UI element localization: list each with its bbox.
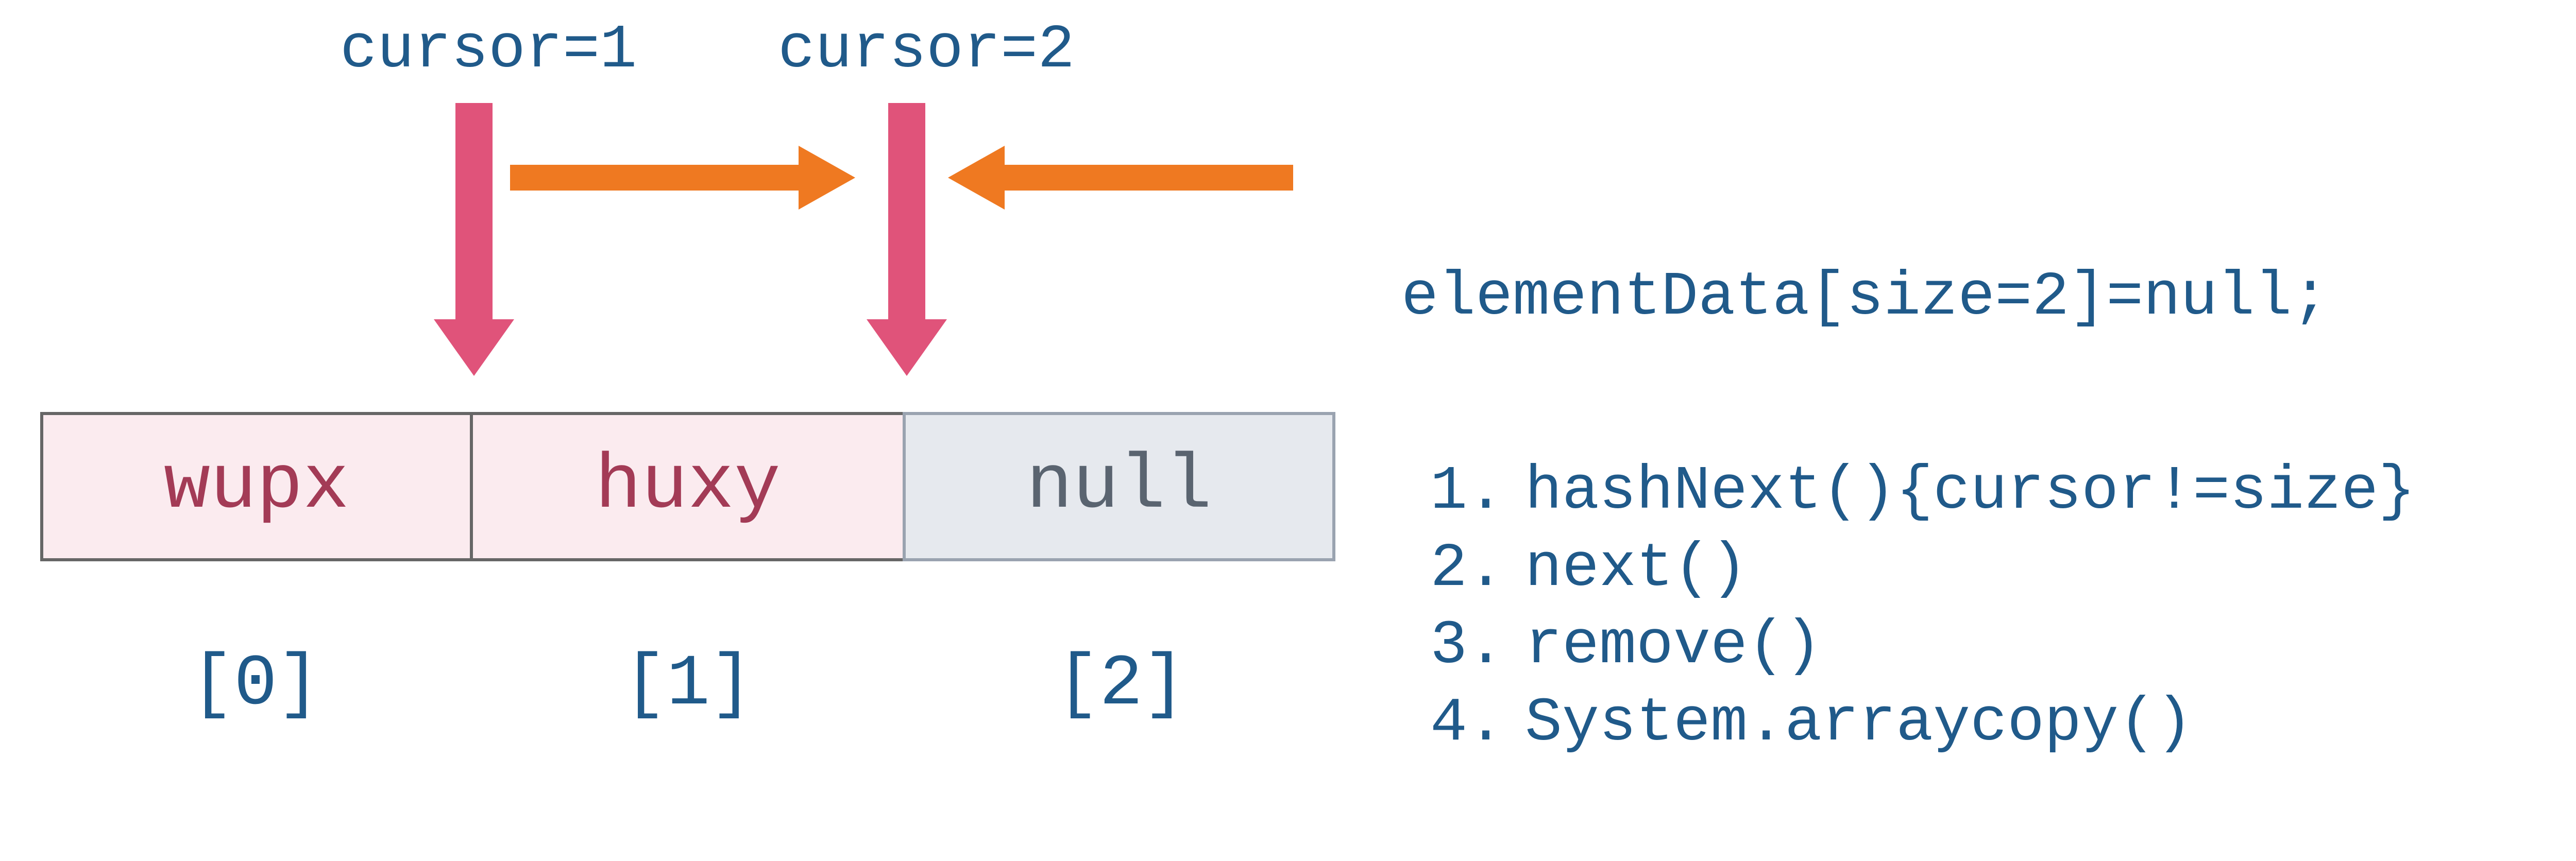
step-3-num: 3. [1401, 608, 1525, 685]
steps-list: 1. hashNext(){cursor!=size} 2. next() 3.… [1401, 453, 2415, 762]
cell-0: wupx [40, 412, 473, 561]
step-1: 1. hashNext(){cursor!=size} [1401, 453, 2415, 530]
cell-1: huxy [473, 412, 906, 561]
cursor-1-label: cursor=1 [340, 15, 637, 85]
cell-2-value: null [1026, 443, 1212, 530]
step-2-num: 2. [1401, 530, 1525, 608]
index-1: [1] [623, 644, 753, 726]
step-3: 3. remove() [1401, 608, 2415, 685]
step-4: 4. System.arraycopy() [1401, 685, 2415, 762]
array-cells: wupx huxy null [40, 412, 1335, 561]
index-0: [0] [191, 644, 320, 726]
step-2: 2. next() [1401, 530, 2415, 608]
step-1-text: hashNext(){cursor!=size} [1525, 453, 2415, 530]
cell-0-value: wupx [164, 443, 349, 530]
orange-arrow-left-head [948, 146, 1005, 210]
index-2: [2] [1056, 644, 1186, 726]
element-data-stmt: elementData[size=2]=null; [1401, 263, 2329, 333]
orange-arrow-right-shaft [510, 165, 799, 191]
orange-arrow-left-shaft [1005, 165, 1293, 191]
cursor-2-label: cursor=2 [778, 15, 1075, 85]
step-4-text: System.arraycopy() [1525, 685, 2193, 762]
step-1-num: 1. [1401, 453, 1525, 530]
cell-1-value: huxy [595, 443, 781, 530]
step-3-text: remove() [1525, 608, 1822, 685]
step-4-num: 4. [1401, 685, 1525, 762]
step-2-text: next() [1525, 530, 1748, 608]
diagram-canvas: cursor=1 cursor=2 wupx huxy null [0] [1]… [0, 0, 2576, 861]
orange-arrow-right-head [799, 146, 855, 210]
cell-2: null [903, 412, 1335, 561]
